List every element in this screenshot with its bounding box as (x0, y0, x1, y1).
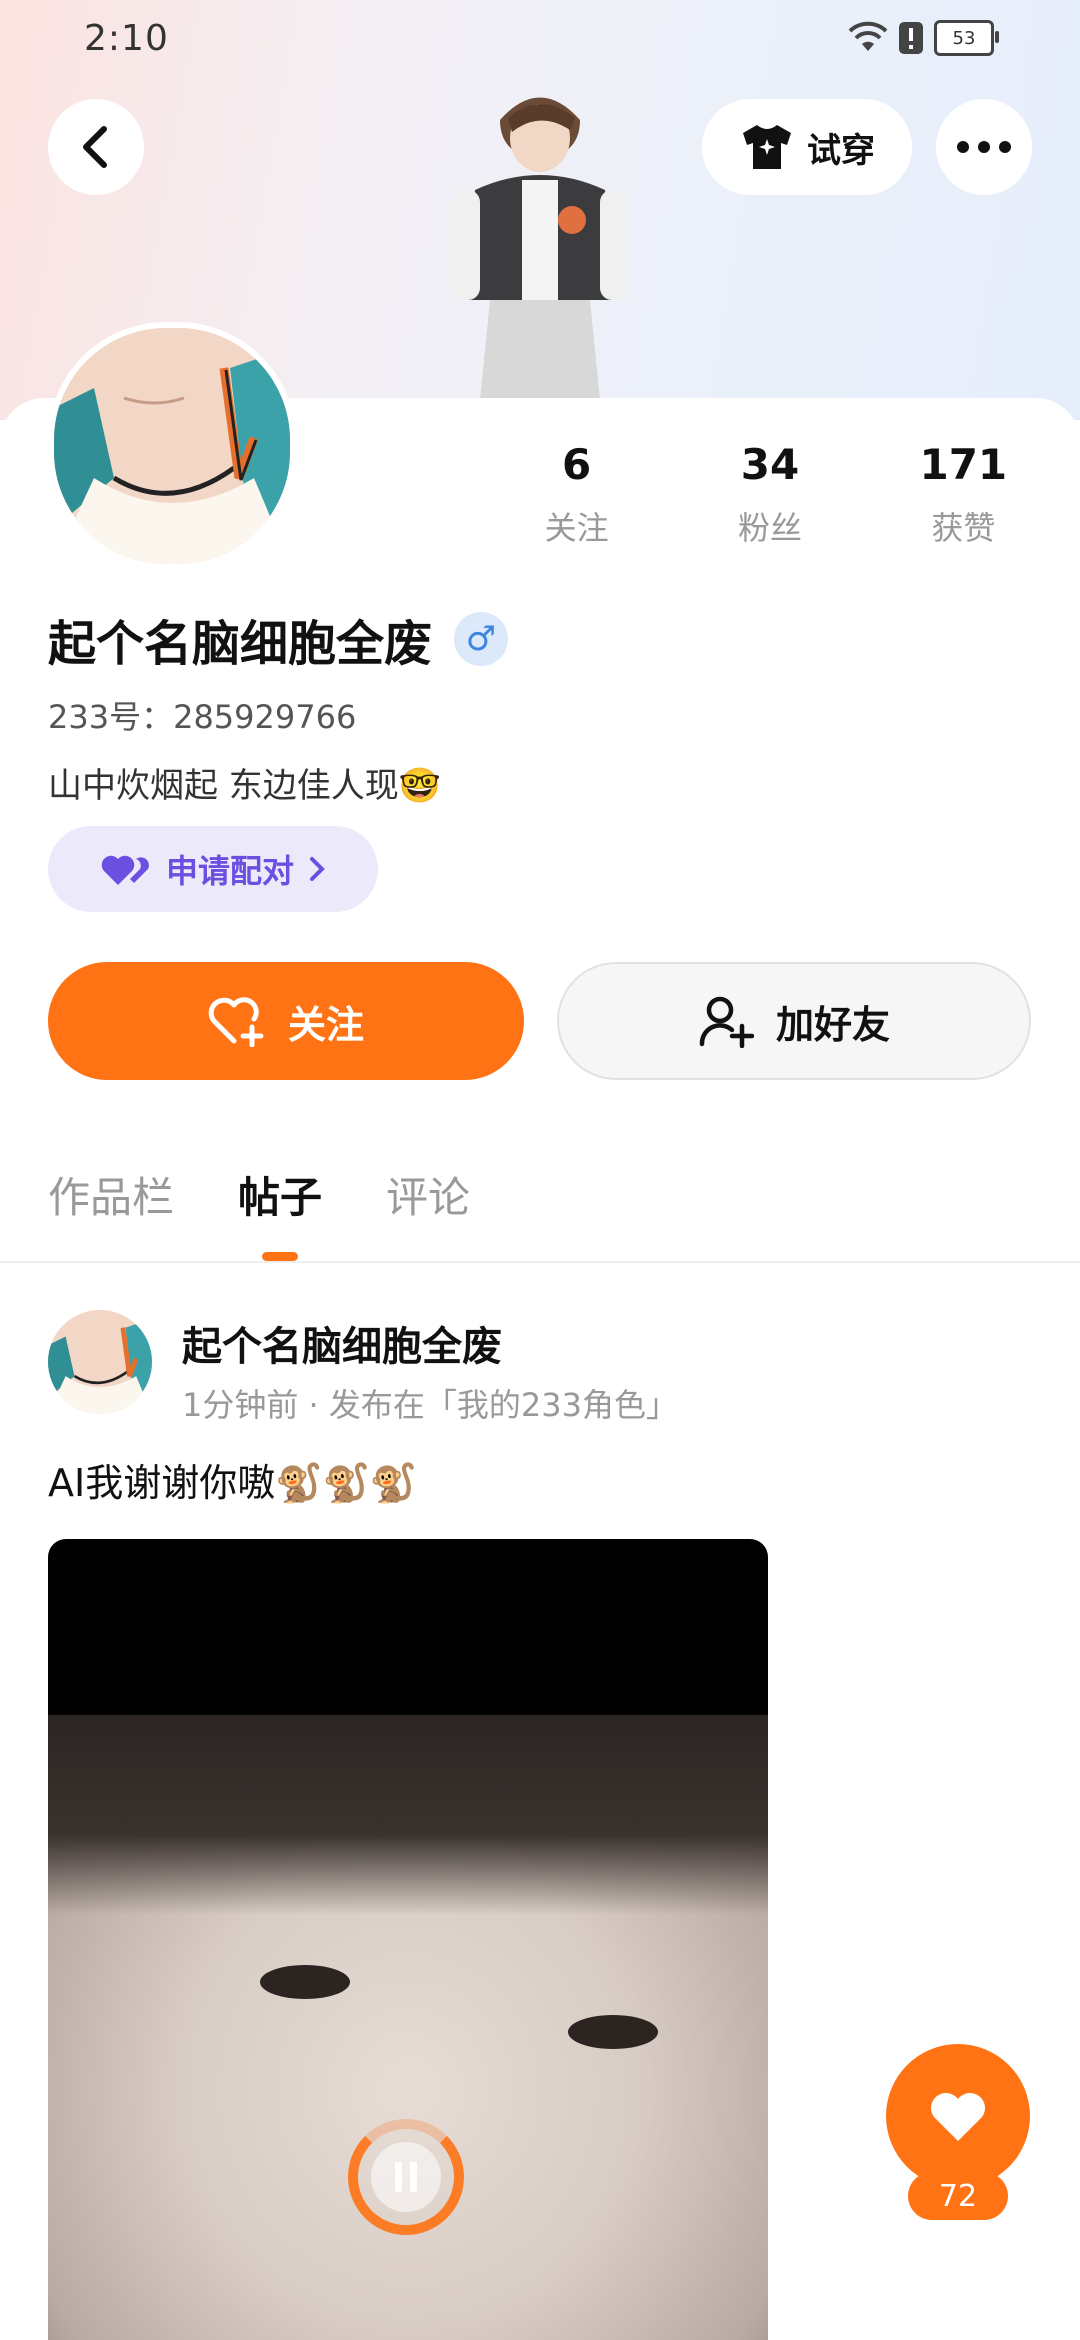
battery-level: 53 (952, 27, 976, 49)
avatar-image (48, 1310, 152, 1414)
username: 起个名脑细胞全废 (48, 616, 433, 672)
pair-label: 申请配对 (165, 852, 294, 890)
video-eye-right (568, 2015, 658, 2049)
avatar-image (54, 328, 290, 564)
tshirt-icon (743, 125, 791, 169)
status-time: 2:10 (84, 18, 169, 59)
post-author-avatar[interactable] (48, 1310, 152, 1414)
post-author-name[interactable]: 起个名脑细胞全废 (182, 1314, 502, 1372)
video-hair-region (48, 1715, 768, 1915)
alert-icon (899, 22, 923, 54)
user-id[interactable]: 233号：285929766 (48, 692, 356, 738)
wifi-icon (848, 21, 888, 51)
stat-label: 粉丝 (737, 509, 802, 547)
stat-value: 6 (562, 440, 592, 489)
follow-button[interactable]: 关注 (48, 962, 524, 1080)
try-on-label: 试穿 (807, 130, 875, 171)
heart-plus-icon (208, 997, 264, 1047)
post-video[interactable] (48, 1539, 768, 2340)
profile-stats: 6 关注 34 粉丝 171 获赞 (480, 440, 1060, 549)
add-user-icon (699, 996, 754, 1048)
add-friend-label: 加好友 (775, 1002, 890, 1047)
stat-value: 34 (740, 440, 800, 489)
like-count: 72 (908, 2172, 1008, 2220)
tab-comments[interactable]: 评论 (386, 1164, 470, 1251)
follow-label: 关注 (287, 1002, 364, 1047)
pause-button[interactable] (348, 2119, 464, 2235)
user-bio: 山中炊烟起 东边佳人现🤓 (48, 766, 442, 806)
battery-icon: 53 (934, 20, 999, 56)
more-button[interactable] (936, 99, 1032, 195)
avatar-3d-character (452, 97, 628, 400)
chevron-right-icon (310, 857, 325, 881)
post-text[interactable]: AI我谢谢你嗷🐒🐒🐒 (48, 1452, 417, 1507)
profile-avatar[interactable] (48, 322, 296, 570)
tab-posts[interactable]: 帖子 (238, 1164, 322, 1251)
try-on-button[interactable]: 试穿 (702, 99, 912, 195)
heart-icon (931, 2093, 985, 2141)
video-eye-left (260, 1965, 350, 1999)
tab-works[interactable]: 作品栏 (48, 1164, 174, 1251)
username-row: 起个名脑细胞全废 ♂ (48, 604, 509, 674)
tabs-divider (0, 1261, 1080, 1263)
stat-followers[interactable]: 34 粉丝 (673, 440, 866, 549)
stat-following[interactable]: 6 关注 (480, 440, 673, 549)
profile-tabs: 作品栏 帖子 评论 (48, 1164, 470, 1251)
male-icon: ♂ (454, 612, 509, 666)
back-button[interactable] (48, 99, 144, 195)
hearts-icon (101, 855, 149, 885)
post-meta: 1分钟前 · 发布在「我的233角色」 (182, 1386, 678, 1424)
video-frame (48, 1715, 768, 2340)
like-button[interactable] (886, 2044, 1030, 2188)
chevron-left-icon (83, 126, 107, 168)
add-friend-button[interactable]: 加好友 (557, 962, 1031, 1080)
stat-label: 关注 (544, 509, 609, 547)
more-icon (957, 141, 1011, 153)
pause-icon (371, 2142, 441, 2212)
stat-value: 171 (919, 440, 1008, 489)
pair-request-button[interactable]: 申请配对 (48, 826, 378, 912)
stat-label: 获赞 (931, 509, 996, 547)
stat-likes[interactable]: 171 获赞 (867, 440, 1060, 549)
status-icons: 53 (848, 20, 999, 56)
status-bar: 2:10 53 (0, 0, 1080, 80)
